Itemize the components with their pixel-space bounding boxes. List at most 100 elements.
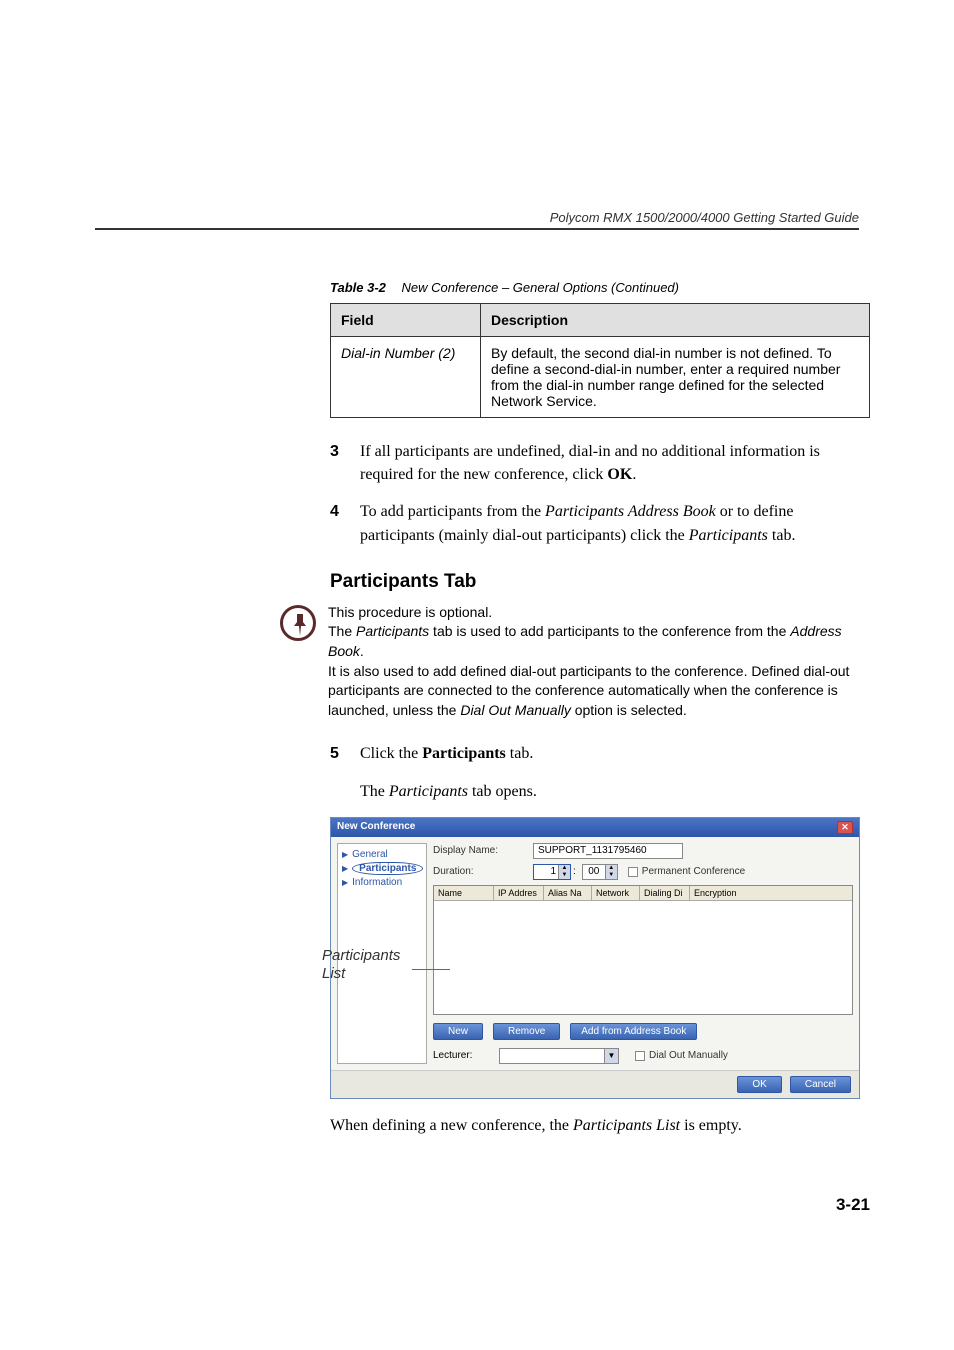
text: When defining a new conference, the — [330, 1117, 573, 1134]
step-number: 4 — [330, 500, 360, 546]
duration-minutes-stepper[interactable]: ▲▼ — [582, 864, 618, 880]
callout-line2: List — [322, 965, 345, 982]
row-display-name: Display Name: — [433, 843, 853, 859]
display-name-input[interactable] — [533, 843, 683, 859]
after-paragraph: When defining a new conference, the Part… — [330, 1117, 870, 1135]
section-heading: Participants Tab — [330, 571, 870, 593]
callout-line1: Participants — [322, 947, 400, 964]
lecturer-select[interactable]: ▼ — [499, 1048, 619, 1064]
dialog-main: Display Name: Duration: ▲▼ : — [433, 843, 853, 1064]
checkbox-label: Permanent Conference — [642, 866, 745, 877]
col-encryption[interactable]: Encryption — [690, 886, 852, 900]
row-duration: Duration: ▲▼ : ▲▼ — [433, 864, 853, 880]
permanent-conference-checkbox[interactable]: Permanent Conference — [628, 866, 745, 877]
screenshot-wrapper: Participants List New Conference ✕ ▶ Gen… — [330, 817, 870, 1099]
text: The — [360, 783, 389, 800]
note-line: The Participants tab is used to add part… — [328, 622, 870, 661]
new-conference-dialog: New Conference ✕ ▶ General ▶ Participant… — [330, 817, 860, 1099]
nav-item-information[interactable]: ▶ Information — [338, 876, 426, 889]
col-description: Description — [481, 304, 870, 337]
table-caption: Table 3-2 New Conference – General Optio… — [330, 280, 870, 295]
step-3: 3 If all participants are undefined, dia… — [330, 440, 870, 486]
participants-grid[interactable]: Name IP Addres Alias Na Network Dialing … — [433, 885, 853, 1015]
step-body: To add participants from the Participant… — [360, 500, 870, 546]
note-line: This procedure is optional. — [328, 603, 870, 623]
italic: Participants — [389, 783, 468, 800]
page-number: 3-21 — [330, 1195, 870, 1215]
col-ip[interactable]: IP Addres — [494, 886, 544, 900]
header-rule — [95, 228, 859, 230]
italic: Participants Address Book — [545, 503, 716, 520]
checkbox-icon — [628, 867, 638, 877]
row-lecturer: Lecturer: ▼ Dial Out Manually — [433, 1048, 853, 1064]
duration-minutes-input[interactable] — [583, 865, 605, 878]
step-4: 4 To add participants from the Participa… — [330, 500, 870, 546]
spinner-arrows-icon[interactable]: ▲▼ — [558, 865, 570, 879]
col-name[interactable]: Name — [434, 886, 494, 900]
duration-hours-input[interactable] — [534, 866, 558, 877]
text: . — [632, 466, 636, 483]
col-dialing[interactable]: Dialing Di — [640, 886, 690, 900]
text: If all participants are undefined, dial-… — [360, 443, 820, 483]
remove-button[interactable]: Remove — [493, 1023, 560, 1040]
nav-item-participants[interactable]: ▶ Participants — [338, 861, 426, 876]
table-caption-title: New Conference – General Options (Contin… — [402, 280, 679, 295]
cell-field: Dial-in Number (2) — [331, 337, 481, 418]
checkbox-label: Dial Out Manually — [649, 1050, 728, 1061]
text: tab opens. — [468, 783, 537, 800]
nav-item-general[interactable]: ▶ General — [338, 848, 426, 861]
dialog-titlebar[interactable]: New Conference ✕ — [331, 818, 859, 837]
text: . — [360, 643, 364, 659]
nav-label: General — [352, 849, 388, 860]
bold: Participants — [422, 745, 506, 762]
italic: Participants List — [573, 1117, 680, 1134]
step-body: If all participants are undefined, dial-… — [360, 440, 870, 486]
dialog-title: New Conference — [337, 821, 415, 834]
new-button[interactable]: New — [433, 1023, 483, 1040]
dialog-body: ▶ General ▶ Participants ▶ Information — [331, 837, 859, 1070]
nav-label: Information — [352, 877, 402, 888]
italic: Dial Out Manually — [460, 702, 571, 718]
note-text: This procedure is optional. The Particip… — [328, 603, 870, 721]
text: tab. — [768, 527, 796, 544]
col-alias[interactable]: Alias Na — [544, 886, 592, 900]
spinner-arrows-icon[interactable]: ▲▼ — [605, 865, 617, 879]
callout-participants-list: Participants List — [322, 947, 400, 983]
steps-list-2: 5 Click the Participants tab. The Partic… — [330, 742, 870, 802]
table-caption-label: Table 3-2 — [330, 280, 386, 295]
steps-list: 3 If all participants are undefined, dia… — [330, 440, 870, 547]
italic: Participants — [689, 527, 768, 544]
text: is empty. — [680, 1117, 742, 1134]
col-network[interactable]: Network — [592, 886, 640, 900]
chevron-right-icon: ▶ — [342, 850, 348, 859]
cancel-button[interactable]: Cancel — [790, 1076, 851, 1093]
text: tab is used to add participants to the c… — [429, 623, 790, 639]
step-5: 5 Click the Participants tab. — [330, 742, 870, 765]
note-line: It is also used to add defined dial-out … — [328, 662, 870, 721]
checkbox-icon — [635, 1051, 645, 1061]
italic: Participants — [356, 623, 429, 639]
note-block: This procedure is optional. The Particip… — [280, 603, 870, 721]
col-field: Field — [331, 304, 481, 337]
label-duration: Duration: — [433, 866, 533, 877]
step-number: 3 — [330, 440, 360, 486]
label-display-name: Display Name: — [433, 845, 533, 856]
dial-out-manually-checkbox[interactable]: Dial Out Manually — [635, 1050, 728, 1061]
text: tab. — [506, 745, 534, 762]
chevron-right-icon: ▶ — [342, 878, 348, 887]
duration-hours-stepper[interactable]: ▲▼ — [533, 864, 571, 880]
step-5-result: The Participants tab opens. — [360, 780, 870, 803]
table-row: Dial-in Number (2) By default, the secon… — [331, 337, 870, 418]
close-icon[interactable]: ✕ — [837, 821, 853, 834]
bold: OK — [607, 466, 632, 483]
step-number: 5 — [330, 742, 360, 765]
dialog-footer: OK Cancel — [331, 1070, 859, 1098]
nav-label: Participants — [352, 862, 423, 875]
text: option is selected. — [571, 702, 687, 718]
grid-buttons-row: New Remove Add from Address Book — [433, 1023, 853, 1040]
text: To add participants from the — [360, 503, 545, 520]
label-lecturer: Lecturer: — [433, 1050, 493, 1061]
ok-button[interactable]: OK — [737, 1076, 781, 1093]
options-table: Field Description Dial-in Number (2) By … — [330, 303, 870, 418]
add-from-address-book-button[interactable]: Add from Address Book — [570, 1023, 697, 1040]
